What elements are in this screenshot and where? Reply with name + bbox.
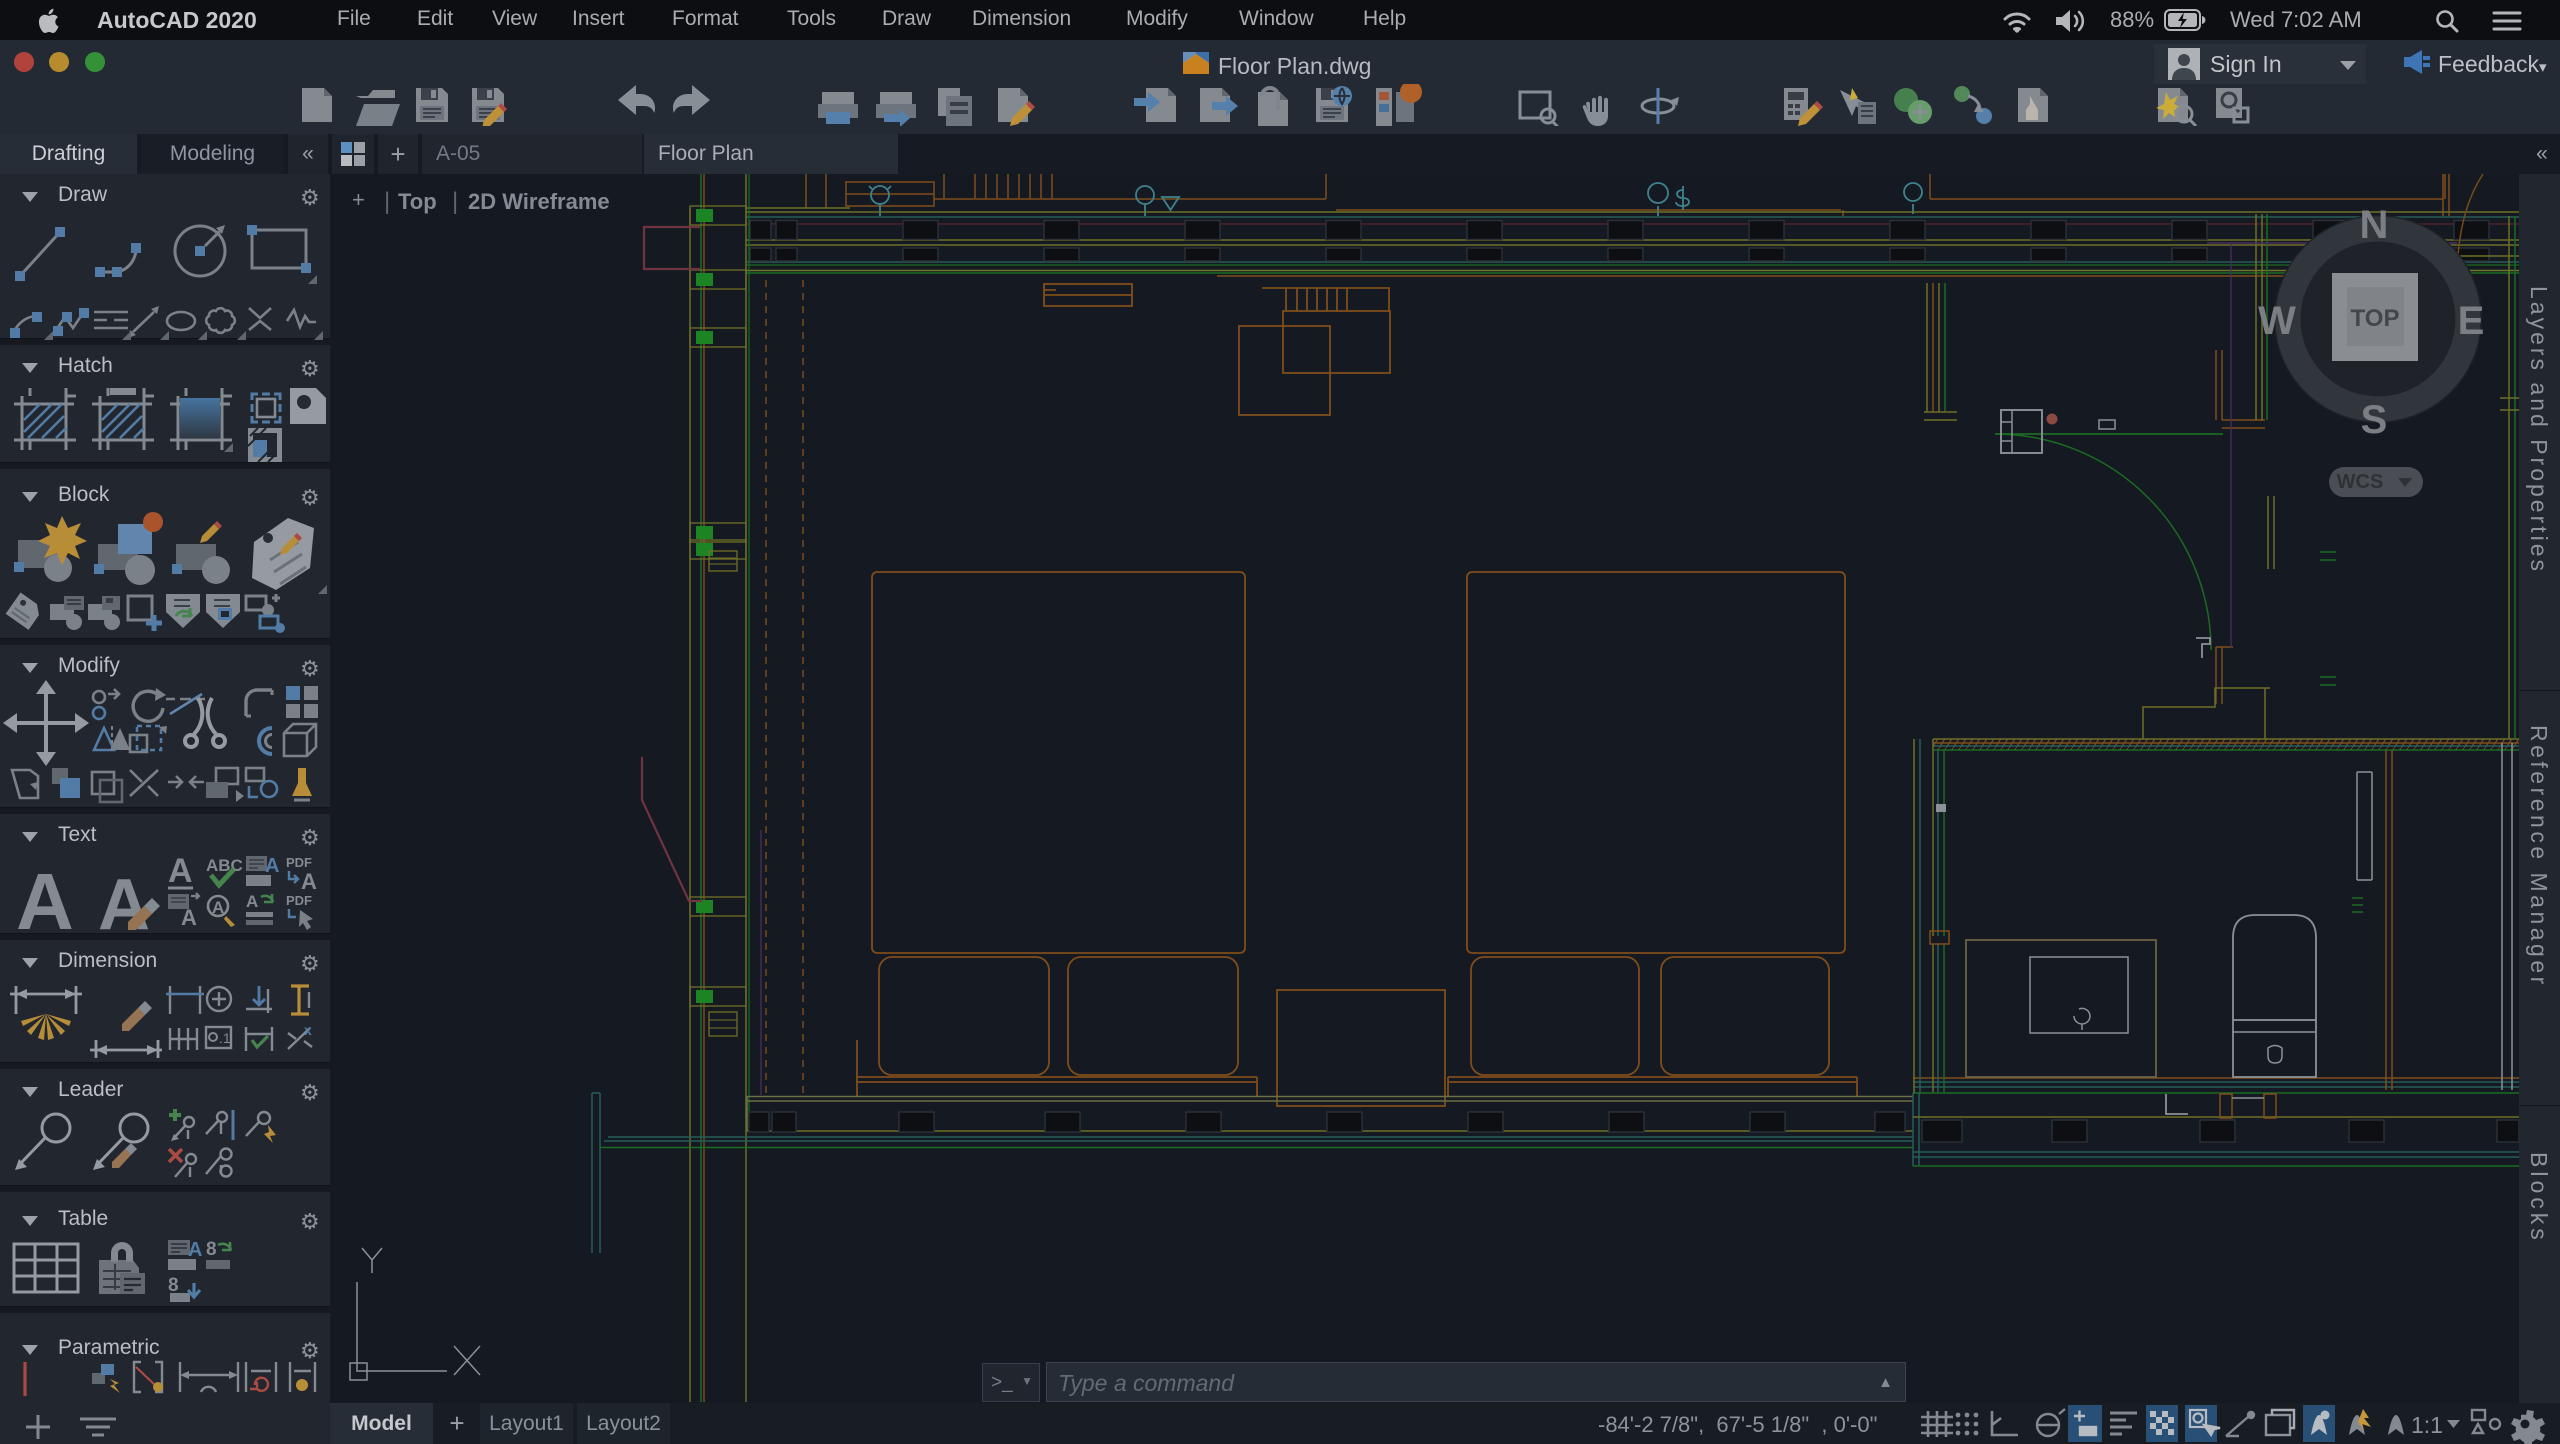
- svg-text:8: 8: [168, 1275, 179, 1296]
- svg-text:A: A: [188, 1239, 202, 1261]
- svg-text:A: A: [212, 898, 224, 917]
- svg-text:Top: Top: [398, 189, 437, 214]
- svg-text:1:1: 1:1: [2411, 1412, 2443, 1438]
- svg-text:TOP: TOP: [2351, 305, 2400, 332]
- svg-text:2D Wireframe: 2D Wireframe: [468, 189, 610, 214]
- svg-text:WCS: WCS: [2337, 471, 2384, 493]
- svg-text:PDF: PDF: [286, 855, 312, 870]
- svg-text:E: E: [2458, 299, 2485, 343]
- svg-text:|: |: [384, 188, 390, 215]
- svg-text:|: |: [452, 188, 458, 215]
- svg-text:PDF: PDF: [286, 893, 312, 908]
- svg-text:A: A: [168, 852, 193, 890]
- svg-text:A: A: [265, 855, 279, 877]
- svg-text:A: A: [181, 905, 197, 930]
- svg-text:x: x: [304, 1022, 312, 1038]
- svg-text:8: 8: [206, 1239, 217, 1260]
- svg-text:.1: .1: [219, 1030, 231, 1046]
- svg-text:A: A: [98, 865, 150, 945]
- svg-text:S: S: [2361, 398, 2388, 442]
- svg-text:+: +: [352, 187, 365, 212]
- svg-text:W: W: [2258, 299, 2296, 343]
- svg-text:N: N: [2360, 203, 2389, 247]
- svg-text:ABC: ABC: [206, 856, 243, 875]
- svg-text:A: A: [16, 857, 74, 946]
- svg-text:A: A: [246, 892, 258, 911]
- svg-text:A: A: [301, 869, 317, 894]
